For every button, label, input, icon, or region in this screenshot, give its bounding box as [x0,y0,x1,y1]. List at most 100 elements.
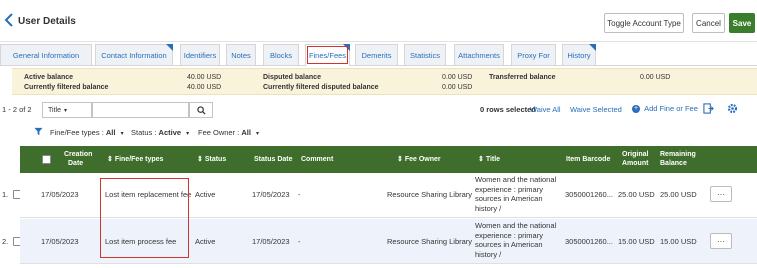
search-scope-label: Title [48,106,61,114]
column-label: Amount [622,160,649,167]
status-date: 17/05/2023 [252,237,290,246]
column-fee-owner[interactable]: ⇕ Fee Owner [397,155,441,164]
item-barcode: 3050001260... [565,190,613,199]
column-label: Status [204,156,227,163]
add-fine-button[interactable]: + Add Fine or Fee [632,104,698,114]
tab-bar: General Information Contact Information … [0,44,757,66]
creation-date: 17/05/2023 [41,190,79,199]
flag-icon [589,44,596,51]
column-fine-fee-types[interactable]: ⇕ Fine/Fee types [107,155,163,164]
search-button[interactable] [189,102,213,118]
waive-all-link[interactable]: Waive All [530,105,561,114]
status-filter[interactable]: Status : Active ▾ [131,128,189,137]
column-item-barcode[interactable]: Item Barcode [566,155,610,164]
tab-notes[interactable]: Notes [226,44,256,65]
caret-down-icon: ▾ [120,131,124,137]
filtered-disputed-balance-label: Currently filtered disputed balance [263,84,379,91]
filter-icon [34,127,43,138]
column-comment[interactable]: Comment [301,155,333,164]
column-status[interactable]: ⇕ Status [197,155,226,164]
active-balance-value: 40.00 USD [187,74,222,81]
active-balance-label: Active balance [24,74,74,81]
filtered-balance-label: Currently filtered balance [24,84,109,91]
column-creation-date[interactable]: Creation Date [64,150,92,168]
tab-demerits[interactable]: Demerits [355,44,398,65]
fee-type-filter-value: All [105,128,116,137]
column-title[interactable]: ⇕ Title [478,155,500,164]
cancel-button[interactable]: Cancel [692,13,725,33]
column-label: Balance [660,160,687,167]
caret-down-icon: ▾ [63,107,67,114]
gear-icon[interactable] [727,103,738,116]
fee-owner-filter[interactable]: Fee Owner : All ▾ [198,128,259,137]
tab-attachments[interactable]: Attachments [454,44,504,65]
original-amount: 25.00 USD [618,190,655,199]
column-label: Title [485,156,501,163]
disputed-balance-label: Disputed balance [263,74,321,81]
tab-label: History [567,50,591,60]
column-label: Date [68,160,84,167]
chevron-left-icon[interactable] [4,13,16,27]
page-title: User Details [18,16,76,27]
remaining-balance[interactable]: 25.00 USD [660,190,697,199]
column-original-amount[interactable]: Original Amount [622,150,648,168]
item-barcode: 3050001260... [565,237,613,246]
column-label: Original [622,151,649,158]
result-range: 1 - 2 of 2 [2,105,32,114]
row-actions-button[interactable]: ··· [710,233,732,249]
highlight-box-fines-tab [307,46,348,64]
row-number: 2. [2,237,9,246]
fee-owner-cell: Resource Sharing Library [387,237,473,246]
caret-down-icon: ▾ [186,131,190,137]
fee-owner-filter-label: Fee Owner : [198,128,240,137]
column-label: Remaining [660,151,696,158]
export-icon[interactable] [703,103,714,116]
tab-history[interactable]: History [562,44,596,65]
row-actions-button[interactable]: ··· [710,186,732,202]
comment-cell: - [298,237,301,246]
comment-cell: - [298,190,301,199]
original-amount: 15.00 USD [618,237,655,246]
tab-blocks[interactable]: Blocks [263,44,299,65]
status-cell: Active [195,237,216,246]
disputed-balance-value: 0.00 USD [442,74,473,81]
caret-down-icon: ▾ [256,131,260,137]
tab-general-information[interactable]: General Information [0,44,92,65]
status-filter-label: Status : [131,128,157,137]
tab-identifiers[interactable]: Identifiers [180,44,220,65]
filter-bar: Fine/Fee types : All ▾ Status : Active ▾… [0,124,757,140]
search-input[interactable] [92,102,189,118]
fee-type-filter[interactable]: Fine/Fee types : All ▾ [50,128,124,137]
column-label: Creation [64,151,93,158]
add-fine-label: Add Fine or Fee [644,104,698,113]
select-all-checkbox[interactable] [42,155,51,164]
remaining-balance[interactable]: 15.00 USD [660,237,697,246]
transferred-balance-value: 0.00 USD [640,74,671,81]
title-cell: Women and the national experience : prim… [475,221,557,259]
row-number: 1. [2,190,9,199]
filtered-balance-value: 40.00 USD [187,84,222,91]
status-filter-value: Active [158,128,182,137]
search-icon [196,105,206,115]
tab-contact-information[interactable]: Contact Information [95,44,173,65]
fee-type-filter-label: Fine/Fee types : [50,128,104,137]
fee-owner-filter-value: All [241,128,251,137]
creation-date: 17/05/2023 [41,237,79,246]
toggle-account-type-button[interactable]: Toggle Account Type [604,13,684,33]
status-date: 17/05/2023 [252,190,290,199]
fee-owner-cell: Resource Sharing Library [387,190,473,199]
tab-statistics[interactable]: Statistics [404,44,446,65]
column-label: Fine/Fee types [114,156,164,163]
highlight-box-fee-types [100,178,189,258]
flag-icon [166,44,173,51]
tab-proxy-for[interactable]: Proxy For [511,44,556,65]
column-status-date[interactable]: Status Date [254,155,293,164]
column-remaining-balance[interactable]: Remaining Balance [660,150,696,168]
rows-selected-count: 0 rows selected [480,105,536,114]
table-header: Creation Date ⇕ Fine/Fee types ⇕ Status … [20,146,757,173]
search-scope-dropdown[interactable]: Title ▾ [42,102,92,118]
waive-selected-link[interactable]: Waive Selected [570,105,622,114]
plus-icon: + [632,105,640,114]
filtered-disputed-balance-value: 0.00 USD [442,84,473,91]
save-button[interactable]: Save [729,13,755,33]
